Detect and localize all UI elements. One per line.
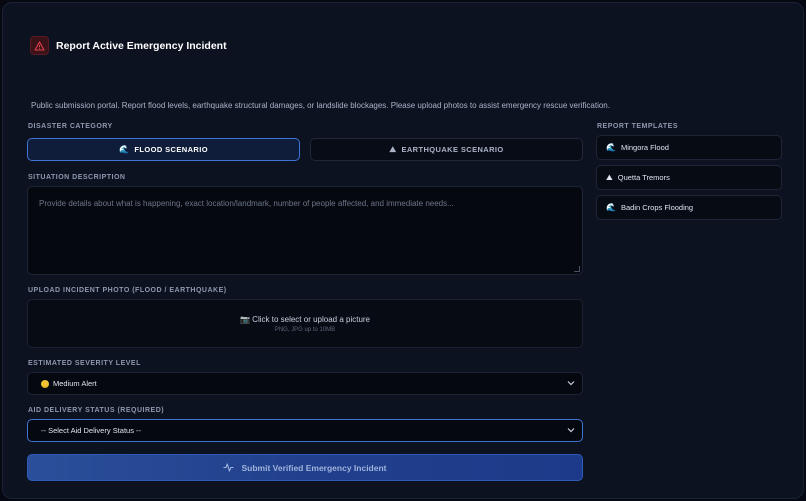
- upload-text: Click to select or upload a picture: [252, 314, 371, 324]
- intro-text: Public submission portal. Report flood l…: [31, 101, 610, 110]
- chevron-down-icon: [567, 426, 575, 436]
- medium-alert-icon: [41, 379, 49, 388]
- submit-button[interactable]: Submit Verified Emergency Incident: [27, 454, 583, 481]
- template-item-label: Badin Crops Flooding: [620, 203, 694, 212]
- template-item-label: Quetta Tremors: [617, 173, 670, 182]
- aid-status-value: -- Select Aid Delivery Status --: [41, 426, 142, 435]
- upload-label: UPLOAD INCIDENT PHOTO (FLOOD / EARTHQUAK…: [28, 287, 227, 294]
- resize-handle[interactable]: [574, 266, 580, 272]
- aid-status-label: AID DELIVERY STATUS (REQUIRED): [28, 407, 165, 414]
- template-item-badin-crops-flooding[interactable]: 🌊 Badin Crops Flooding: [596, 195, 782, 220]
- severity-label: ESTIMATED SEVERITY LEVEL: [28, 360, 141, 367]
- panel-header: Report Active Emergency Incident: [30, 36, 227, 55]
- wave-icon: 🌊: [606, 203, 616, 212]
- template-item-mingora-flood[interactable]: 🌊 Mingora Flood: [596, 135, 782, 160]
- chevron-down-icon: [567, 379, 575, 389]
- wave-icon: 🌊: [606, 143, 616, 152]
- flood-scenario-button[interactable]: 🌊 FLOOD SCENARIO: [27, 138, 300, 161]
- mountain-icon: ⛰: [389, 144, 397, 154]
- flood-scenario-label: FLOOD SCENARIO: [134, 145, 208, 154]
- severity-value: Medium Alert: [53, 379, 97, 388]
- earthquake-scenario-button[interactable]: ⛰ EARTHQUAKE SCENARIO: [310, 138, 583, 161]
- description-placeholder: Provide details about what is happening,…: [39, 199, 454, 208]
- severity-select[interactable]: Medium Alert: [27, 372, 583, 395]
- earthquake-scenario-label: EARTHQUAKE SCENARIO: [401, 145, 504, 154]
- camera-icon: 📷: [239, 314, 250, 324]
- mountain-icon: ⛰: [606, 172, 613, 182]
- template-item-label: Mingora Flood: [620, 143, 669, 152]
- warning-icon: [30, 36, 49, 55]
- description-textarea[interactable]: Provide details about what is happening,…: [27, 186, 583, 275]
- templates-heading: REPORT TEMPLATES: [597, 123, 678, 130]
- page-title: Report Active Emergency Incident: [56, 39, 227, 52]
- template-item-quetta-tremors[interactable]: ⛰ Quetta Tremors: [596, 165, 782, 190]
- upload-hint: PNG, JPG up to 10MB: [274, 326, 336, 333]
- aid-status-select[interactable]: -- Select Aid Delivery Status --: [27, 419, 583, 442]
- description-label: SITUATION DESCRIPTION: [28, 174, 126, 181]
- category-label: DISASTER CATEGORY: [28, 123, 113, 130]
- submit-label: Submit Verified Emergency Incident: [241, 462, 387, 473]
- activity-icon: [223, 463, 234, 472]
- photo-upload-dropzone[interactable]: 📷 Click to select or upload a picture PN…: [27, 299, 583, 348]
- upload-prompt: 📷 Click to select or upload a picture: [240, 315, 370, 324]
- wave-icon: 🌊: [119, 145, 130, 154]
